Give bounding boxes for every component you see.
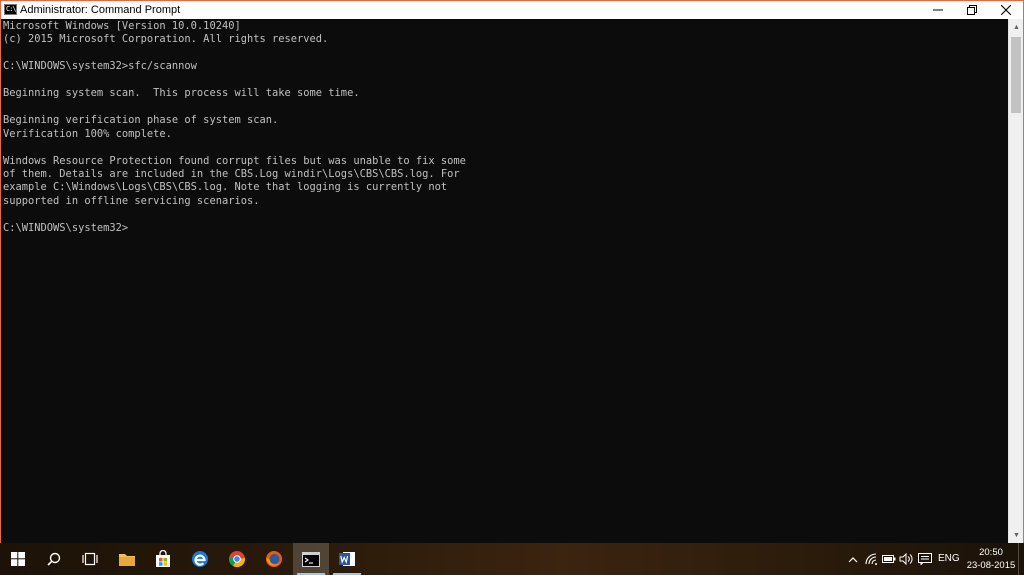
show-hidden-icons-chevron-up-icon[interactable] — [845, 551, 861, 567]
restore-icon — [967, 5, 977, 15]
close-icon — [1000, 4, 1012, 16]
command-prompt-icon — [302, 551, 320, 567]
store-bag-icon — [156, 550, 170, 567]
show-desktop-button[interactable] — [1018, 543, 1024, 575]
edge-browser-icon — [192, 551, 208, 567]
scroll-up-arrow-icon[interactable]: ▲ — [1009, 19, 1024, 36]
firefox-button[interactable] — [256, 543, 292, 575]
vertical-scrollbar[interactable]: ▲ ▼ — [1008, 19, 1023, 544]
chrome-browser-icon — [228, 551, 245, 568]
cmd-app-icon-text: C:\ — [6, 5, 17, 13]
command-prompt-window: C:\ Administrator: Command Prompt Micros… — [0, 0, 1024, 544]
start-button[interactable] — [0, 543, 36, 575]
task-view-icon — [82, 552, 98, 566]
minimize-button[interactable] — [921, 1, 955, 19]
battery-icon[interactable] — [881, 551, 897, 567]
restore-button[interactable] — [955, 1, 989, 19]
title-bar[interactable]: C:\ Administrator: Command Prompt — [1, 1, 1023, 19]
minimize-icon — [933, 9, 943, 11]
input-language-indicator[interactable]: ENG — [938, 552, 960, 566]
cmd-app-icon[interactable]: C:\ — [4, 4, 17, 15]
folder-icon — [119, 554, 135, 566]
search-button[interactable] — [36, 543, 72, 575]
store-button[interactable] — [145, 543, 181, 575]
close-button[interactable] — [989, 1, 1023, 19]
word-button[interactable] — [329, 543, 365, 575]
windows-logo-icon — [11, 552, 25, 566]
scroll-thumb[interactable] — [1011, 37, 1021, 113]
clock-time: 20:50 — [979, 547, 1003, 558]
task-view-button[interactable] — [72, 543, 108, 575]
scroll-down-arrow-icon[interactable]: ▼ — [1009, 527, 1024, 544]
command-prompt-taskbar-button[interactable] — [293, 543, 329, 575]
console-output[interactable]: Microsoft Windows [Version 10.0.10240] (… — [3, 20, 1007, 544]
firefox-browser-icon — [266, 551, 282, 567]
file-explorer-button[interactable] — [109, 543, 145, 575]
taskbar: ENG 20:50 23-08-2015 — [0, 543, 1024, 575]
chrome-button[interactable] — [219, 543, 255, 575]
clock[interactable]: 20:50 23-08-2015 — [966, 546, 1016, 572]
action-center-message-icon[interactable] — [917, 551, 933, 567]
edge-button[interactable] — [182, 543, 218, 575]
window-title: Administrator: Command Prompt — [20, 4, 181, 16]
wifi-icon[interactable] — [864, 551, 880, 567]
clock-date: 23-08-2015 — [966, 560, 1016, 571]
search-icon — [47, 552, 61, 566]
word-icon — [339, 552, 355, 566]
volume-icon[interactable] — [898, 551, 914, 567]
